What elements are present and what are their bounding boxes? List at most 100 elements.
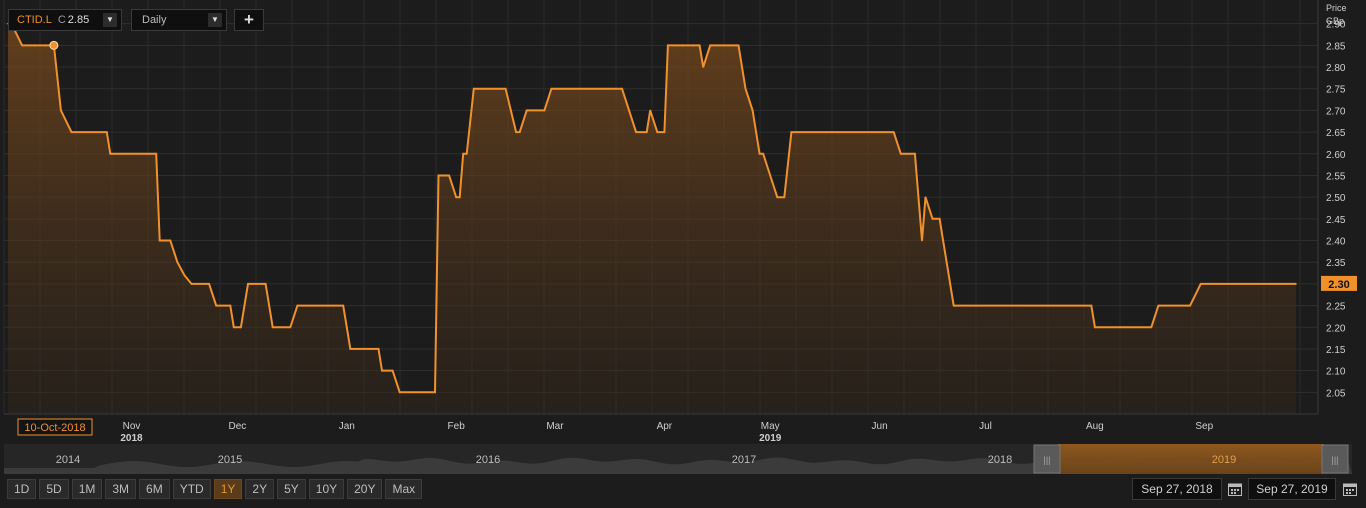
price-point <box>183 274 186 277</box>
price-point <box>758 152 761 155</box>
range-button-max[interactable]: Max <box>385 479 423 499</box>
x-tick-label: Apr <box>657 421 673 432</box>
interval-selector[interactable]: Daily ▼ <box>131 9 227 31</box>
price-point <box>790 131 793 133</box>
price-point <box>271 326 274 329</box>
cursor-date-label: 10-Oct-2018 <box>24 422 85 434</box>
range-button-20y[interactable]: 20Y <box>347 479 383 499</box>
price-point <box>448 174 450 177</box>
price-point <box>398 391 401 394</box>
range-button-10y[interactable]: 10Y <box>308 479 345 499</box>
y-tick-label: 2.40 <box>1326 237 1346 248</box>
price-point <box>472 87 475 90</box>
price-point <box>550 87 553 90</box>
x-tick-label: Feb <box>448 421 466 432</box>
navigator-handle-left-grip: ||| <box>1043 455 1050 465</box>
price-point <box>458 196 461 198</box>
price-point <box>698 44 701 47</box>
y-tick-label: 2.80 <box>1326 63 1346 74</box>
range-button-2y[interactable]: 2Y <box>245 479 275 499</box>
y-tick-label: 2.25 <box>1326 302 1346 313</box>
last-price-label: 2.30 <box>1328 279 1349 291</box>
y-tick-label: 2.10 <box>1326 367 1346 378</box>
price-point <box>190 283 193 285</box>
price-point <box>744 87 747 90</box>
range-button-6m[interactable]: 6M <box>139 479 170 499</box>
price-point <box>649 109 652 112</box>
range-button-5y[interactable]: 5Y <box>277 479 306 499</box>
range-button-3m[interactable]: 3M <box>105 479 137 499</box>
price-point <box>349 348 352 350</box>
symbol-selector[interactable]: CTID.L C 2.85 ▼ <box>8 9 122 31</box>
y-tick-label: 2.45 <box>1326 215 1346 226</box>
date-to-field[interactable]: Sep 27, 2019 <box>1248 478 1336 500</box>
calendar-icon[interactable] <box>1227 481 1243 497</box>
x-tick-label: May <box>761 421 780 432</box>
symbol-dropdown-icon[interactable]: ▼ <box>103 13 117 27</box>
navigator-year-label: 2014 <box>56 454 80 466</box>
y-tick-label: 2.70 <box>1326 106 1346 117</box>
add-indicator-button[interactable]: + <box>234 9 264 31</box>
price-point <box>737 44 740 47</box>
price-point <box>518 131 521 133</box>
y-tick-label: 2.85 <box>1326 41 1346 52</box>
price-point <box>1150 326 1153 329</box>
price-point <box>465 152 468 155</box>
range-button-1d[interactable]: 1D <box>7 479 37 499</box>
price-point <box>938 218 941 220</box>
price-point <box>515 131 517 133</box>
price-point <box>169 239 172 242</box>
price-point <box>21 44 23 47</box>
price-point <box>702 66 704 68</box>
price-point <box>504 87 507 90</box>
overview-navigator[interactable]: ||| ||| 2014 2015 2016 2017 2018 2019 <box>4 444 1352 474</box>
price-point <box>434 391 436 394</box>
price-point <box>233 326 235 329</box>
date-from-value: Sep 27, 2018 <box>1141 482 1213 496</box>
price-point <box>437 174 440 177</box>
price-point <box>769 174 772 177</box>
price-point <box>342 304 345 307</box>
navigator-year-label: 2015 <box>218 454 242 466</box>
price-point <box>543 109 546 112</box>
price-point <box>667 44 669 47</box>
x-tick-label: Nov <box>123 421 141 432</box>
price-chart[interactable]: 2.05 2.10 2.15 2.20 2.25 2.30 2.35 2.40 2.45 2.50… <box>0 0 1366 508</box>
x-tick-label: Jul <box>979 421 992 432</box>
price-point <box>296 304 299 307</box>
price-point <box>751 109 754 112</box>
range-button-bar: 1D 5D 1M 3M 6M YTD 1Y 2Y 5Y 10Y 20Y Max <box>7 479 425 499</box>
price-point <box>621 87 623 90</box>
interval-label: Daily <box>142 14 167 26</box>
interval-dropdown-icon[interactable]: ▼ <box>208 13 222 27</box>
x-axis-ticks: Nov2018 Dec Jan Feb Mar Apr May2019 Jun Jul Aug Se… <box>120 421 1213 444</box>
y-axis-ticks: 2.05 2.10 2.15 2.20 2.25 2.30 2.35 2.40 2.45 2.50… <box>1326 20 1346 400</box>
price-point <box>176 261 179 264</box>
range-button-ytd[interactable]: YTD <box>172 479 211 499</box>
price-point <box>60 109 62 112</box>
range-button-1m[interactable]: 1M <box>71 479 103 499</box>
price-point <box>1094 326 1096 329</box>
price-point <box>345 326 348 329</box>
x-tick-year-label: 2019 <box>759 433 782 444</box>
navigator-handle-right-grip: ||| <box>1331 455 1338 465</box>
date-to-value: Sep 27, 2019 <box>1256 482 1328 496</box>
navigator-year-label: 2018 <box>988 454 1012 466</box>
navigator-year-label: 2017 <box>732 454 756 466</box>
y-tick-label: 2.50 <box>1326 193 1346 204</box>
range-button-5d[interactable]: 5D <box>39 479 69 499</box>
y-tick-label: 2.15 <box>1326 345 1346 356</box>
date-from-field[interactable]: Sep 27, 2018 <box>1132 478 1222 500</box>
navigator-selection[interactable] <box>1058 444 1324 474</box>
range-button-1y[interactable]: 1Y <box>213 479 243 499</box>
calendar-icon[interactable] <box>1342 481 1358 497</box>
price-point <box>264 283 267 285</box>
price-point <box>158 239 161 242</box>
close-value: 2.85 <box>67 14 90 26</box>
price-point <box>1199 283 1202 285</box>
price-point <box>1189 304 1191 307</box>
x-tick-label: Sep <box>1195 421 1213 432</box>
price-point <box>931 218 934 220</box>
price-point <box>289 326 292 329</box>
price-point <box>1090 304 1093 307</box>
